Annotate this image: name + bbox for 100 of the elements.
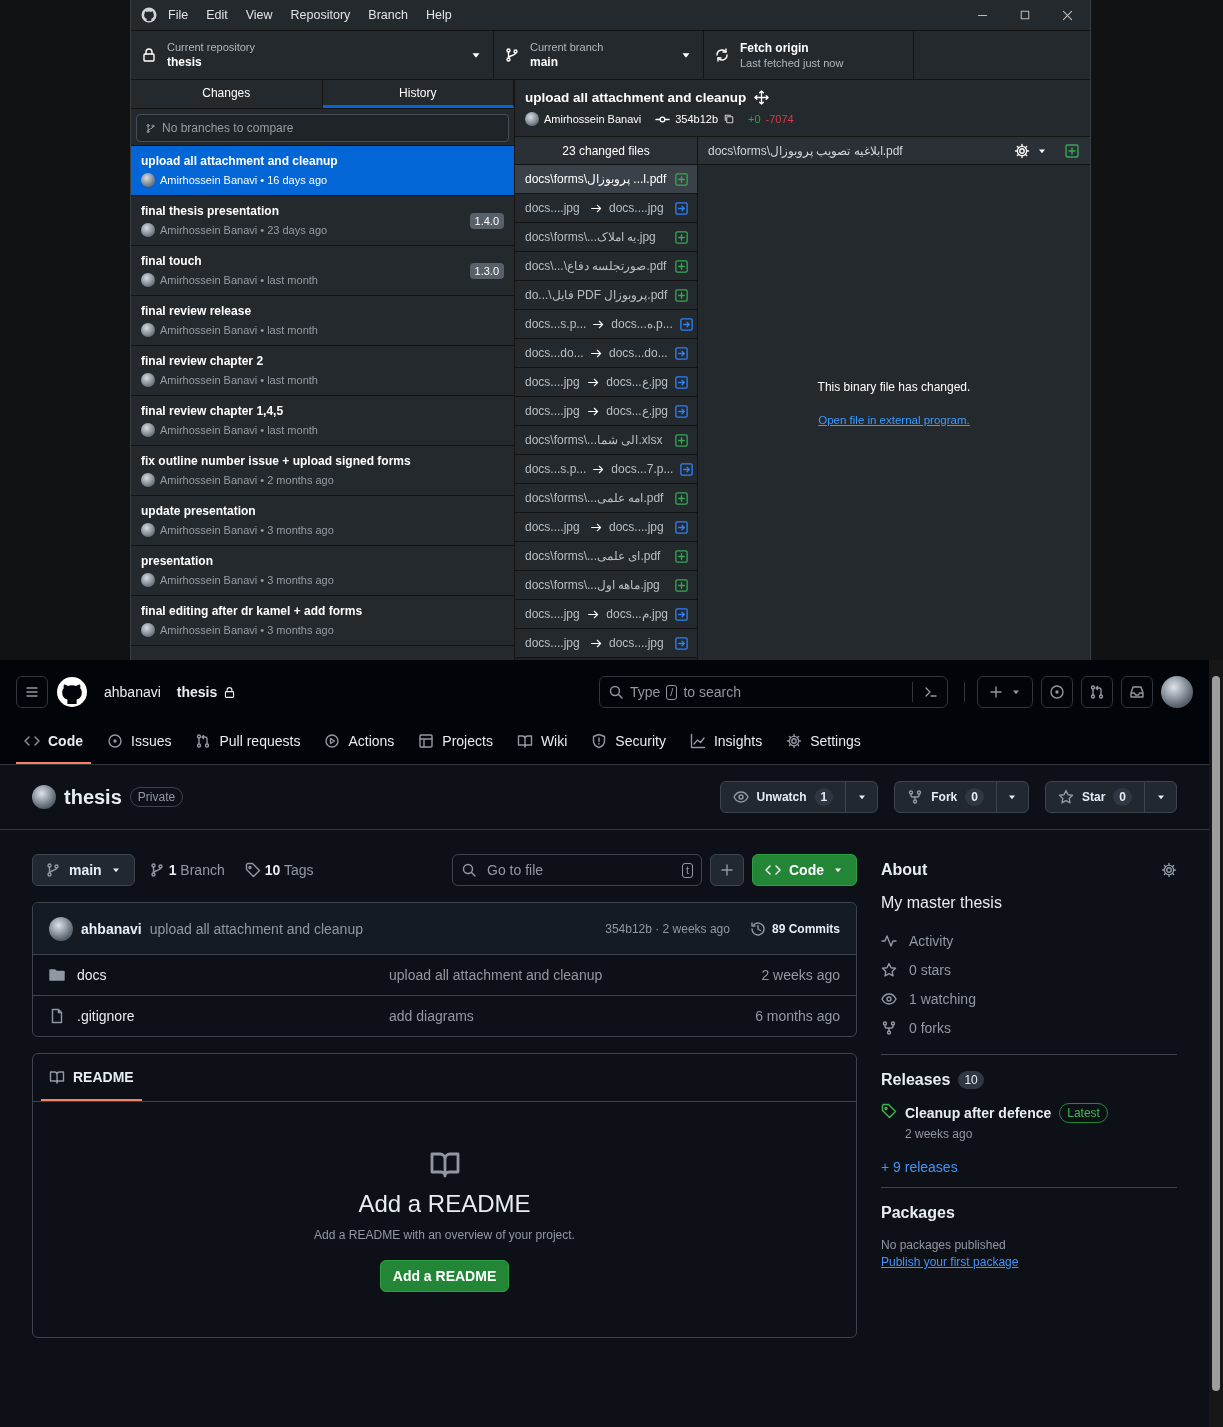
- avatar[interactable]: [1161, 676, 1193, 708]
- changed-path-row[interactable]: docs\forms\...امه علمی.pdf: [515, 484, 697, 513]
- changed-path-row[interactable]: docs....jpg docs....jpg: [515, 629, 697, 658]
- commit-title: fix outline number issue + upload signed forms: [141, 454, 412, 468]
- nav-tab[interactable]: Pull requests: [187, 720, 309, 764]
- changed-path-row[interactable]: docs\forms\...الی شما.xlsx: [515, 426, 697, 455]
- stat-link[interactable]: 1 watching: [881, 984, 1177, 1013]
- file-path: docs\forms\...ماهه اول.jpg: [525, 578, 661, 592]
- open-external-link[interactable]: Open file in external program.: [818, 413, 970, 426]
- issue-icon: [107, 733, 123, 749]
- branch-filter-box[interactable]: No branches to compare: [136, 114, 509, 142]
- stat-link[interactable]: Activity: [881, 926, 1177, 955]
- commit-item[interactable]: upload all attachment and cleanup Amirhossein Banavi • 16 days ago: [131, 146, 514, 196]
- issues-button[interactable]: [1041, 676, 1073, 708]
- publish-package-link[interactable]: Publish your first package: [881, 1255, 1177, 1269]
- file-name[interactable]: .gitignore: [77, 1008, 377, 1024]
- close-icon[interactable]: [1061, 8, 1074, 22]
- commit-message[interactable]: upload all attachment and cleanup: [149, 920, 363, 937]
- inbox-button[interactable]: [1121, 676, 1153, 708]
- avatar: [141, 623, 155, 637]
- nav-tab[interactable]: Code: [16, 720, 91, 764]
- stat-link[interactable]: 0 forks: [881, 1013, 1177, 1042]
- nav-tab[interactable]: Security: [583, 720, 674, 764]
- nav-tab[interactable]: Issues: [99, 720, 180, 764]
- changed-path-row[interactable]: do...\فایل PDF پروبوزال.pdf: [515, 281, 697, 310]
- file-path: docs...ه.p...: [611, 317, 673, 331]
- nav-tab[interactable]: Projects: [410, 720, 501, 764]
- changed-path-row[interactable]: docs\forms\...ماهه اول.jpg: [515, 571, 697, 600]
- menu-item[interactable]: Help: [418, 4, 459, 26]
- release-count: 10: [958, 1071, 984, 1089]
- menu-item[interactable]: View: [238, 4, 280, 26]
- changed-path-row[interactable]: docs\forms\...یه املاک.jpg: [515, 223, 697, 252]
- menu-item[interactable]: File: [161, 4, 196, 26]
- menu-item[interactable]: Edit: [199, 4, 235, 26]
- branches-link[interactable]: 1 Branch: [142, 862, 231, 878]
- code-button[interactable]: Code: [752, 854, 857, 886]
- author-link[interactable]: ahbanavi: [81, 920, 142, 937]
- commit-title: final thesis presentation: [141, 204, 281, 218]
- changed-path-row[interactable]: docs\forms\ا... پروبوزال.pdf: [515, 165, 697, 194]
- commits-link[interactable]: 89 Commits: [749, 920, 840, 937]
- sync-icon: [714, 47, 730, 63]
- maximize-icon[interactable]: [1019, 8, 1031, 21]
- stat-link[interactable]: 0 stars: [881, 955, 1177, 984]
- avatar: [141, 473, 155, 487]
- changed-path-row[interactable]: docs\forms\...ای علمی.pdf: [515, 542, 697, 571]
- create-button[interactable]: [977, 676, 1033, 708]
- owner-link[interactable]: ahbanavi: [104, 684, 161, 700]
- file-path: docs....jpg: [609, 520, 665, 534]
- copy-icon[interactable]: [723, 113, 736, 125]
- expand-icon[interactable]: [754, 89, 770, 105]
- repo-name: thesis: [64, 785, 122, 809]
- added-icon: [674, 229, 689, 245]
- nav-tab[interactable]: Actions: [316, 720, 403, 764]
- settings-icon[interactable]: [1161, 862, 1177, 878]
- avatar: [525, 112, 539, 126]
- commit-title: update presentation: [141, 504, 257, 518]
- commit-byline: Amirhossein Banavi • 23 days ago: [160, 224, 328, 236]
- readme-text: Add a README with an overview of your project.: [314, 1227, 575, 1242]
- logo-icon[interactable]: [56, 676, 88, 708]
- commit-message[interactable]: add diagrams: [389, 1008, 744, 1024]
- menu-item[interactable]: Repository: [283, 4, 358, 26]
- packages-heading[interactable]: Packages: [881, 1204, 1177, 1222]
- changed-path-row[interactable]: docs...s.p... docs...7.p...: [515, 455, 697, 484]
- tag-label: 1.4.0: [469, 212, 504, 229]
- changed-path-row[interactable]: docs....jpg docs....jpg: [515, 513, 697, 542]
- changed-path-row[interactable]: docs...do... docs...do...: [515, 339, 697, 368]
- releases-heading[interactable]: Releases: [881, 1071, 951, 1089]
- tag-label: 1.3.0: [469, 262, 504, 279]
- nav-tab[interactable]: Insights: [681, 720, 771, 764]
- branch-filter-field[interactable]: No branches to compare: [160, 120, 500, 136]
- add-file-button[interactable]: [710, 854, 744, 886]
- repo-link[interactable]: thesis: [176, 684, 218, 700]
- menu-button[interactable]: [16, 676, 48, 708]
- release-name[interactable]: Cleanup after defence: [905, 1105, 1052, 1121]
- avatar: [141, 173, 155, 187]
- tab[interactable]: History: [322, 80, 514, 108]
- renamed-icon: [674, 403, 689, 419]
- renamed-icon: [674, 635, 689, 651]
- nav-tab[interactable]: Wiki: [508, 720, 576, 764]
- search-field[interactable]: Type / to search: [599, 676, 948, 708]
- menu-item[interactable]: Branch: [361, 4, 415, 26]
- pull-requests-button[interactable]: [1081, 676, 1113, 708]
- commit-message[interactable]: upload all attachment and cleanup: [389, 967, 750, 983]
- book-icon: [49, 1069, 65, 1085]
- scrollbar[interactable]: [1209, 660, 1223, 1427]
- tag-icon: [881, 1103, 897, 1119]
- changed-path-row[interactable]: docs\...\صورتجلسه دفاع.pdf: [515, 252, 697, 281]
- go-to-file-field[interactable]: Go to file: [485, 861, 674, 879]
- changed-path-row[interactable]: docs....jpg docs....jpg: [515, 194, 697, 223]
- add-readme-button[interactable]: Add a README: [379, 1259, 510, 1292]
- plus-icon: [719, 862, 735, 878]
- branch-button[interactable]: main: [32, 854, 135, 886]
- branch-icon: [45, 862, 61, 878]
- commit-meta: 354b12b · 2 weeks ago: [605, 921, 730, 936]
- nav-tab[interactable]: Settings: [778, 720, 869, 764]
- readme-tab[interactable]: README: [41, 1055, 142, 1101]
- tags-link[interactable]: 10 Tags: [238, 862, 320, 878]
- file-name[interactable]: docs: [77, 967, 377, 983]
- file-search-box[interactable]: Go to file t: [452, 854, 702, 886]
- more-releases-link[interactable]: + 9 releases: [881, 1159, 1177, 1175]
